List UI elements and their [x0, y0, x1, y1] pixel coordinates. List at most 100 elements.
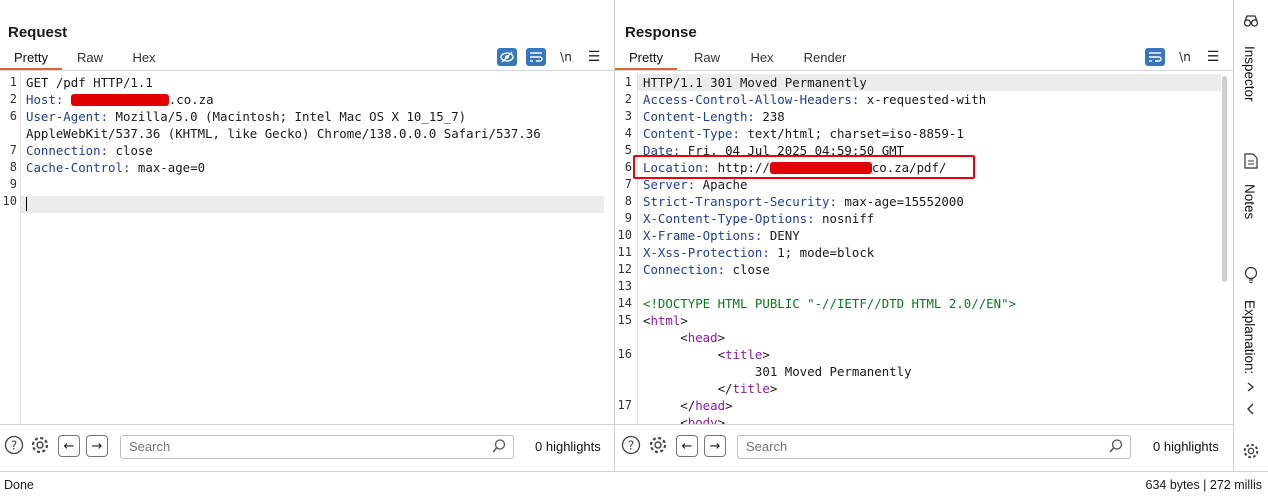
line-text: Content-Length: 238: [643, 108, 785, 125]
request-bottom-bar: ? ← → 0 highlights: [0, 425, 614, 469]
code-token: 1; mode=block: [769, 245, 875, 260]
line-text: Connection: close: [26, 142, 153, 159]
sidebar-item-notes[interactable]: Notes: [1234, 148, 1268, 248]
code-line: 7 Connection: close: [0, 142, 614, 159]
help-icon[interactable]: ?: [621, 435, 641, 455]
code-token: 301 Moved Permanently: [643, 364, 912, 379]
code-token: title: [725, 347, 763, 362]
request-lines: 1 GET /pdf HTTP/1.1 2 Host: .co.za 6 User-Age…: [0, 74, 614, 210]
code-line: AppleWebKit/537.36 (KHTML, like Gecko) C…: [0, 125, 614, 142]
code-token: nosniff: [814, 211, 875, 226]
settings-gear-icon[interactable]: [648, 435, 668, 455]
code-token: Content-Type:: [643, 126, 740, 141]
response-bottom-bar: ? ← → 0 highlights: [615, 425, 1233, 469]
response-search-box[interactable]: [737, 435, 1131, 459]
line-number: 15: [617, 313, 632, 327]
code-line: 10: [0, 193, 614, 210]
response-editor[interactable]: 1 HTTP/1.1 301 Moved Permanently 2 Access-C…: [615, 72, 1233, 425]
line-text: <head>: [643, 329, 725, 346]
line-text: AppleWebKit/537.36 (KHTML, like Gecko) C…: [26, 125, 541, 142]
code-line: 11 X-Xss-Protection: 1; mode=block: [615, 244, 1233, 261]
request-editor[interactable]: 1 GET /pdf HTTP/1.1 2 Host: .co.za 6 User-Age…: [0, 72, 614, 425]
code-token: html: [650, 313, 681, 328]
request-tab-raw[interactable]: Raw: [66, 50, 114, 68]
code-token: close: [108, 143, 153, 158]
code-line: 4 Content-Type: text/html; charset=iso-88…: [615, 125, 1233, 142]
request-tab-hex[interactable]: Hex: [120, 50, 168, 68]
code-token: close: [725, 262, 770, 277]
code-line: 1 GET /pdf HTTP/1.1: [0, 74, 614, 91]
inspector-icon: [1242, 12, 1260, 30]
code-line: 17 </head>: [615, 397, 1233, 414]
response-tab-hex[interactable]: Hex: [738, 50, 786, 68]
code-line: 6 User-Agent: Mozilla/5.0 (Macintosh; Int…: [0, 108, 614, 125]
line-text: <body>: [643, 414, 725, 424]
line-number: 1: [9, 75, 17, 89]
code-line: 16 <title>: [615, 346, 1233, 363]
code-token: x-requested-with: [859, 92, 987, 107]
response-tab-pretty[interactable]: Pretty: [615, 50, 677, 70]
code-token: >: [769, 381, 778, 396]
search-next-button[interactable]: →: [704, 435, 726, 457]
code-token: DENY: [762, 228, 800, 243]
code-token: Apache: [695, 177, 748, 192]
search-previous-button[interactable]: ←: [676, 435, 698, 457]
sidebar-label-inspector: Inspector: [1242, 46, 1257, 102]
code-line: </title>: [615, 380, 1233, 397]
line-number: 14: [617, 296, 632, 310]
collapse-chevron-left-icon[interactable]: [1242, 400, 1260, 418]
code-token: >: [717, 330, 726, 345]
request-search-input[interactable]: [121, 436, 471, 456]
svg-text:?: ?: [11, 439, 17, 453]
line-text: Content-Type: text/html; charset=iso-885…: [643, 125, 964, 142]
response-lines: 1 HTTP/1.1 301 Moved Permanently 2 Access-C…: [615, 74, 1233, 424]
status-text: Done: [4, 478, 34, 492]
sidebar-item-inspector[interactable]: Inspector: [1234, 10, 1268, 120]
search-previous-button[interactable]: ←: [58, 435, 80, 457]
line-number: 2: [9, 92, 17, 106]
code-token: Content-Length:: [643, 109, 755, 124]
settings-gear-icon[interactable]: [30, 435, 50, 455]
help-icon[interactable]: ?: [4, 435, 24, 455]
request-tab-pretty[interactable]: Pretty: [0, 50, 62, 70]
response-scrollbar[interactable]: [1222, 76, 1227, 282]
word-wrap-icon[interactable]: [526, 48, 546, 66]
response-tab-raw[interactable]: Raw: [683, 50, 731, 68]
code-token: User-Agent:: [26, 109, 109, 124]
code-line: 8 Strict-Transport-Security: max-age=1555…: [615, 193, 1233, 210]
word-wrap-icon[interactable]: [1145, 48, 1165, 66]
line-text: Cache-Control: max-age=0: [26, 159, 205, 176]
code-token: X-Content-Type-Options:: [643, 211, 815, 226]
hide-nonprintable-icon[interactable]: [497, 48, 517, 66]
search-next-button[interactable]: →: [86, 435, 108, 457]
code-token: text/html; charset=iso-8859-1: [739, 126, 964, 141]
newline-toggle-icon[interactable]: \n: [1175, 48, 1195, 66]
line-text: GET /pdf HTTP/1.1: [26, 74, 153, 91]
newline-toggle-icon[interactable]: \n: [556, 48, 576, 66]
response-highlight-count: 0 highlights: [1153, 439, 1219, 454]
code-token: GET /pdf HTTP/1.1: [26, 75, 153, 90]
code-token: <: [643, 330, 688, 345]
response-tab-render[interactable]: Render: [797, 50, 853, 68]
line-text: User-Agent: Mozilla/5.0 (Macintosh; Inte…: [26, 108, 466, 125]
code-line: <head>: [615, 329, 1233, 346]
response-menu-icon[interactable]: ☰: [1203, 48, 1223, 66]
line-text: X-Content-Type-Options: nosniff: [643, 210, 874, 227]
line-number: 1: [624, 75, 632, 89]
response-title: Response: [625, 24, 697, 41]
code-line: 8 Cache-Control: max-age=0: [0, 159, 614, 176]
line-text: Strict-Transport-Security: max-age=15552…: [643, 193, 964, 210]
sidebar-settings-gear-icon[interactable]: [1242, 442, 1260, 460]
notes-icon: [1242, 152, 1260, 170]
code-line: 9: [0, 176, 614, 193]
request-search-box[interactable]: [120, 435, 514, 459]
search-icon: [1108, 438, 1124, 457]
request-tabs: Pretty Raw Hex: [0, 50, 614, 71]
response-search-input[interactable]: [738, 436, 1088, 456]
line-number: 13: [617, 279, 632, 293]
sidebar-item-explanation[interactable]: Explanation:: [1234, 264, 1268, 394]
code-token: >: [725, 398, 733, 413]
code-token: <: [643, 347, 726, 362]
request-menu-icon[interactable]: ☰: [584, 48, 604, 66]
